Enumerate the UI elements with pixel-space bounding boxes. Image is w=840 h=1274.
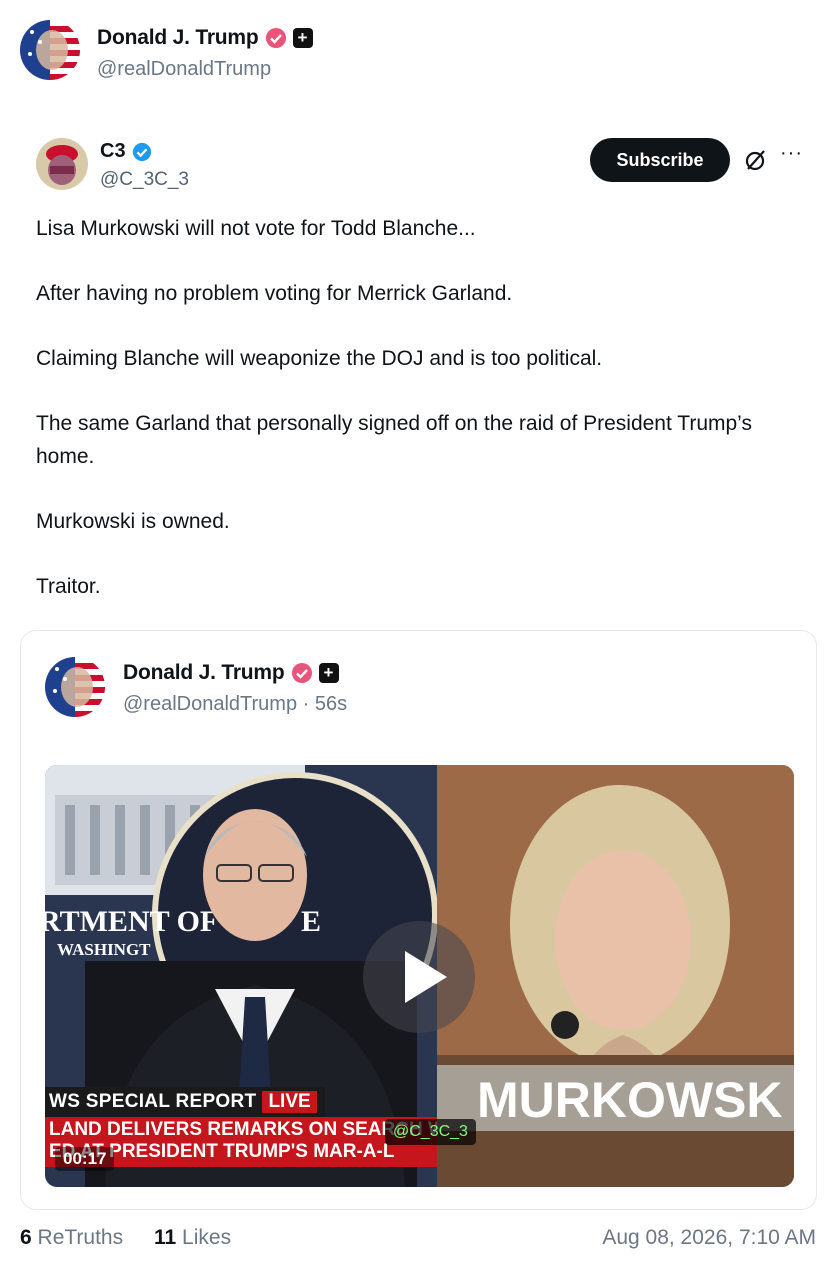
plus-badge-icon: + [318, 663, 339, 683]
retruth-display-name[interactable]: Donald J. Trump [97, 26, 259, 50]
c3-display-name[interactable]: C3 [100, 140, 126, 163]
podium-nameplate: MURKOWSK [477, 1072, 783, 1128]
quoted-handle-time[interactable]: @realDonaldTrump · 56s [123, 693, 347, 716]
trump-avatar[interactable] [20, 20, 80, 80]
retruth-header: Donald J. Trump + @realDonaldTrump [20, 20, 313, 81]
seal-text: WASHINGT [57, 940, 151, 959]
c3-avatar[interactable] [36, 138, 88, 190]
play-icon[interactable] [363, 921, 475, 1033]
special-report-label: WS SPECIAL REPORT [49, 1091, 257, 1112]
subscribe-button[interactable]: Subscribe [590, 138, 730, 182]
headline-line: LAND DELIVERS REMARKS ON SEARCH W [49, 1119, 437, 1140]
post-paragraph: After having no problem voting for Merri… [36, 282, 513, 305]
video-watermark: @C_3C_3 [385, 1119, 476, 1145]
seal-text: E [301, 905, 321, 938]
quoted-display-name[interactable]: Donald J. Trump [123, 661, 285, 685]
more-options-icon[interactable]: ··· [780, 142, 803, 165]
c3-handle[interactable]: @C_3C_3 [100, 169, 189, 191]
post-paragraph: Lisa Murkowski will not vote for Todd Bl… [36, 217, 476, 240]
post-body: Lisa Murkowski will not vote for Todd Bl… [36, 212, 776, 635]
post-paragraph: Murkowski is owned. [36, 510, 230, 533]
likes-stat[interactable]: 11 Likes [154, 1226, 231, 1250]
likes-label: Likes [182, 1226, 232, 1249]
post-paragraph: The same Garland that personally signed … [36, 412, 752, 468]
post-header: C3 @C_3C_3 Subscribe ··· [36, 138, 820, 198]
verified-badge-icon [291, 663, 312, 683]
post-paragraph: Traitor. [36, 575, 101, 598]
verified-badge-icon [132, 142, 151, 161]
post-paragraph: Claiming Blanche will weaponize the DOJ … [36, 347, 603, 370]
retruth-handle[interactable]: @realDonaldTrump [97, 58, 313, 81]
seal-text: RTMENT OF [45, 905, 218, 938]
live-badge: LIVE [262, 1091, 317, 1113]
quoted-post-card[interactable]: Donald J. Trump + @realDonaldTrump · 56s [20, 630, 817, 1210]
retruths-stat[interactable]: 6 ReTruths [20, 1226, 123, 1250]
plus-badge-icon: + [292, 28, 313, 48]
video-timestamp: 00:17 [55, 1147, 115, 1171]
trump-avatar[interactable] [45, 657, 105, 717]
video-player[interactable]: RTMENT OF E WASHINGT MURKOWSK WS SPECIAL… [45, 765, 794, 1187]
retruths-label: ReTruths [37, 1226, 124, 1249]
retruths-count: 6 [20, 1226, 32, 1249]
post-date: Aug 08, 2026, 7:10 AM [602, 1226, 816, 1249]
grok-icon[interactable] [744, 148, 768, 172]
verified-badge-icon [265, 28, 286, 48]
likes-count: 11 [154, 1226, 177, 1249]
